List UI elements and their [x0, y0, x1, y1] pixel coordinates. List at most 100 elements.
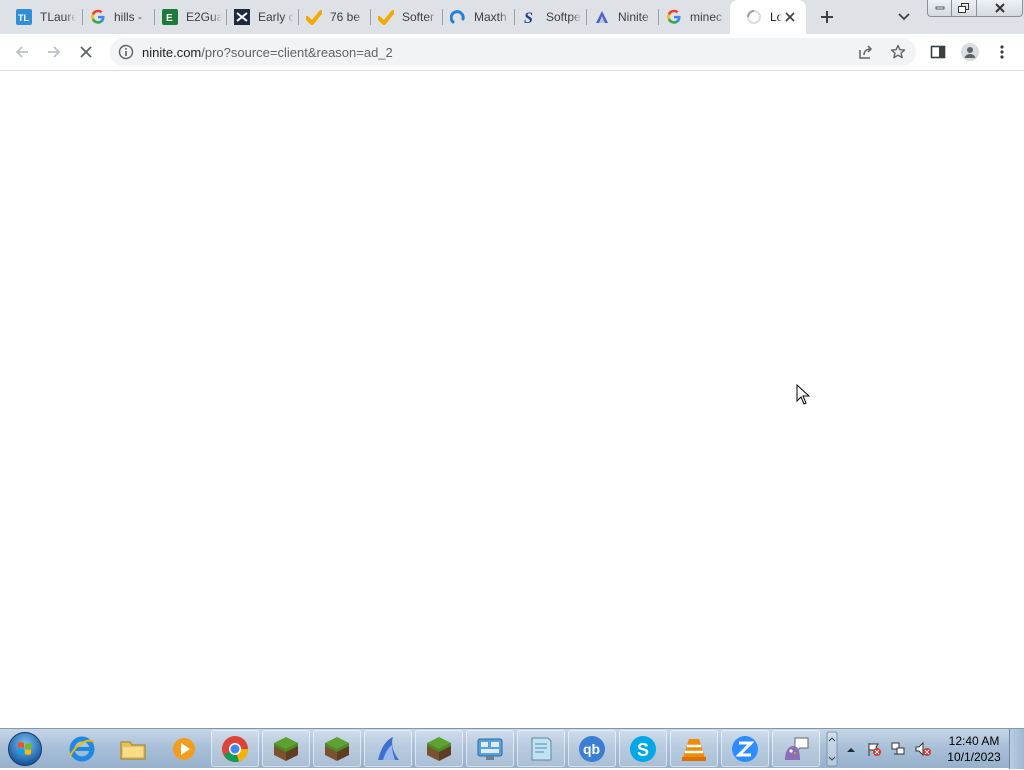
restore-icon: [958, 2, 969, 13]
notepad-icon: [531, 737, 552, 760]
clock[interactable]: 12:40 AM 10/1/2023: [944, 733, 1004, 765]
taskbar-skype[interactable]: S: [619, 730, 667, 767]
softonic-check-icon: [306, 9, 322, 25]
show-desktop-button[interactable]: [1009, 729, 1024, 769]
url-text[interactable]: ninite.com/pro?source=client&reason=ad_2: [142, 45, 393, 60]
file-explorer-icon: [120, 741, 146, 759]
back-arrow-icon: [15, 46, 28, 58]
tab-hills[interactable]: hills -: [74, 0, 154, 34]
maxthon-icon: [450, 9, 466, 25]
new-tab-button[interactable]: [815, 6, 839, 28]
tl-logo-icon: TL: [16, 9, 32, 25]
taskbar-vlc[interactable]: [670, 730, 718, 767]
profile-button[interactable]: [960, 42, 980, 62]
ninite-icon: [594, 9, 610, 25]
tab-title: TLaurel: [40, 10, 76, 24]
restore-button[interactable]: [952, 0, 977, 17]
share-icon: [859, 45, 873, 59]
kebab-menu-icon: [1000, 45, 1004, 59]
softpedia-icon: S: [522, 9, 538, 25]
site-info-icon[interactable]: [118, 44, 134, 60]
tab-title: Lo: [770, 10, 782, 24]
minecraft-block-icon: [325, 736, 349, 761]
svg-text:S: S: [524, 10, 533, 25]
taskbar-minecraft-3[interactable]: [415, 730, 463, 767]
taskbar-maxthon[interactable]: [364, 730, 412, 767]
tab-softpedia[interactable]: S Softpe: [506, 0, 586, 34]
network-icon[interactable]: [890, 741, 906, 757]
e2guardian-icon: E: [162, 9, 178, 25]
address-bar[interactable]: ninite.com/pro?source=client&reason=ad_2: [110, 38, 916, 66]
taskbar-notepad[interactable]: [517, 730, 565, 767]
tab-active-loading[interactable]: Lo: [730, 0, 806, 34]
star-icon: [890, 44, 906, 59]
minecraft-block-icon: [274, 736, 298, 761]
clock-time: 12:40 AM: [948, 734, 1000, 748]
media-player-icon: [173, 737, 195, 760]
taskbar-pidgin[interactable]: [772, 730, 820, 767]
qbittorrent-icon: qb: [579, 735, 605, 762]
chrome-icon: [222, 735, 249, 762]
share-button[interactable]: [856, 42, 876, 62]
stop-button[interactable]: [76, 42, 96, 62]
vlc-icon: [682, 738, 706, 761]
tab-title: Ninite: [618, 10, 649, 24]
tab-76-best[interactable]: 76 be: [290, 0, 370, 34]
tab-minecraft[interactable]: minec: [650, 0, 730, 34]
close-tab-icon[interactable]: [782, 9, 798, 25]
minimize-button[interactable]: [927, 0, 952, 17]
google-icon: [666, 9, 682, 25]
taskbar-media-player[interactable]: [160, 730, 208, 767]
taskbar-minecraft-2[interactable]: [313, 730, 361, 767]
taskbar-file-explorer[interactable]: [109, 730, 157, 767]
tab-early[interactable]: Early c: [218, 0, 298, 34]
svg-text:S: S: [637, 740, 649, 760]
tab-title: 76 be: [330, 10, 361, 24]
menu-button[interactable]: [992, 42, 1012, 62]
tab-softonic[interactable]: Softer: [362, 0, 442, 34]
taskbar-control-panel[interactable]: [466, 730, 514, 767]
taskbar-chrome[interactable]: [211, 730, 259, 767]
pidgin-icon: [785, 737, 809, 760]
svg-text:TL: TL: [18, 13, 29, 23]
forward-arrow-icon: [48, 46, 61, 58]
tab-maxthon[interactable]: Maxth: [434, 0, 514, 34]
svg-text:E: E: [166, 13, 173, 24]
back-button[interactable]: [12, 42, 32, 62]
tab-search-button[interactable]: [895, 8, 913, 26]
tab-title: minec: [690, 10, 723, 24]
action-center-flag-icon[interactable]: [866, 741, 882, 757]
tab-e2guardian[interactable]: E E2Gua: [146, 0, 226, 34]
start-button[interactable]: [4, 730, 46, 768]
show-hidden-icons-button[interactable]: [846, 743, 856, 753]
tab-tlaurel[interactable]: TL TLaurel: [0, 0, 82, 34]
taskbar-scroll[interactable]: [826, 731, 838, 767]
chevron-down-icon: [898, 13, 910, 21]
loading-spinner-icon: [746, 9, 762, 25]
close-icon: [994, 3, 1005, 13]
taskbar: qb S 12:40 AM 10/1/2023: [0, 728, 1024, 769]
minimize-icon: [935, 6, 944, 10]
close-window-button[interactable]: [977, 0, 1023, 17]
side-panel-button[interactable]: [928, 42, 948, 62]
taskbar-minecraft-1[interactable]: [262, 730, 310, 767]
softonic-check-icon: [378, 9, 394, 25]
tab-strip: TL TLaurel hills - E E2Gua Early c 76 be: [0, 0, 1024, 34]
taskbar-qbittorrent[interactable]: qb: [568, 730, 616, 767]
taskbar-zoom[interactable]: [721, 730, 769, 767]
tab-title: Maxth: [474, 10, 507, 24]
page-content: [0, 71, 1024, 728]
control-panel-icon: [477, 738, 503, 760]
taskbar-internet-explorer[interactable]: [58, 730, 106, 767]
tab-ninite[interactable]: Ninite: [578, 0, 658, 34]
forward-button[interactable]: [44, 42, 64, 62]
tab-title: Softpe: [546, 10, 581, 24]
minecraft-block-icon: [427, 736, 451, 761]
tab-title: hills -: [114, 10, 143, 24]
bookmark-star-button[interactable]: [888, 42, 908, 62]
system-tray: 12:40 AM 10/1/2023: [826, 729, 1024, 769]
windows-logo-icon: [8, 732, 42, 766]
tab-title: Softer: [402, 10, 435, 24]
tab-title: E2Gua: [186, 10, 222, 24]
volume-muted-icon[interactable]: [914, 741, 932, 757]
